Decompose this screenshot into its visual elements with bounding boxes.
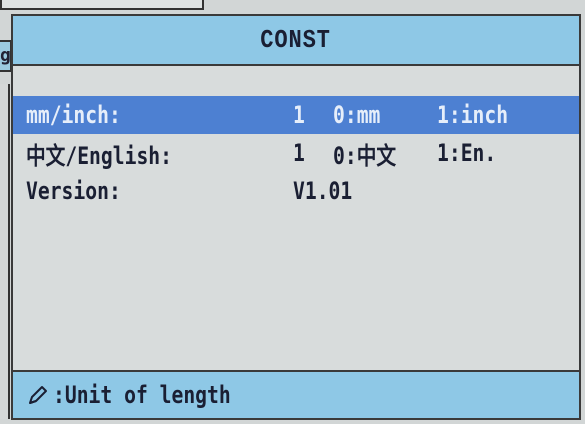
setting-label: mm/inch: — [26, 101, 121, 129]
pencil-icon — [27, 384, 49, 406]
setting-option-0: 0:中文 — [333, 141, 397, 170]
dialog-title: CONST — [260, 25, 332, 55]
background-window-edge — [0, 84, 10, 419]
setting-label: Version: — [26, 177, 121, 205]
title-bar: CONST — [13, 16, 579, 66]
screen: g CONST mm/inch: 1 0:mm 1:inch 中文/Englis… — [0, 0, 585, 424]
const-dialog: CONST mm/inch: 1 0:mm 1:inch 中文/English:… — [11, 14, 581, 420]
setting-value[interactable]: 1 — [293, 101, 305, 129]
background-partial-label: g — [0, 45, 11, 66]
setting-option-0: 0:mm — [333, 101, 381, 129]
setting-label: 中文/English: — [26, 141, 172, 170]
setting-row-unit[interactable]: mm/inch: 1 0:mm 1:inch — [13, 96, 579, 134]
settings-list: mm/inch: 1 0:mm 1:inch 中文/English: 1 0:中… — [13, 96, 579, 210]
setting-row-language[interactable]: 中文/English: 1 0:中文 1:En. — [13, 134, 579, 172]
setting-row-version: Version: V1.01 — [13, 172, 579, 210]
version-value: V1.01 — [293, 177, 353, 205]
status-hint: :Unit of length — [53, 381, 231, 409]
status-bar: :Unit of length — [13, 370, 579, 418]
setting-option-1: 1:En. — [437, 139, 497, 167]
setting-value[interactable]: 1 — [293, 139, 305, 167]
background-window-top — [0, 0, 204, 10]
setting-option-1: 1:inch — [437, 101, 509, 129]
